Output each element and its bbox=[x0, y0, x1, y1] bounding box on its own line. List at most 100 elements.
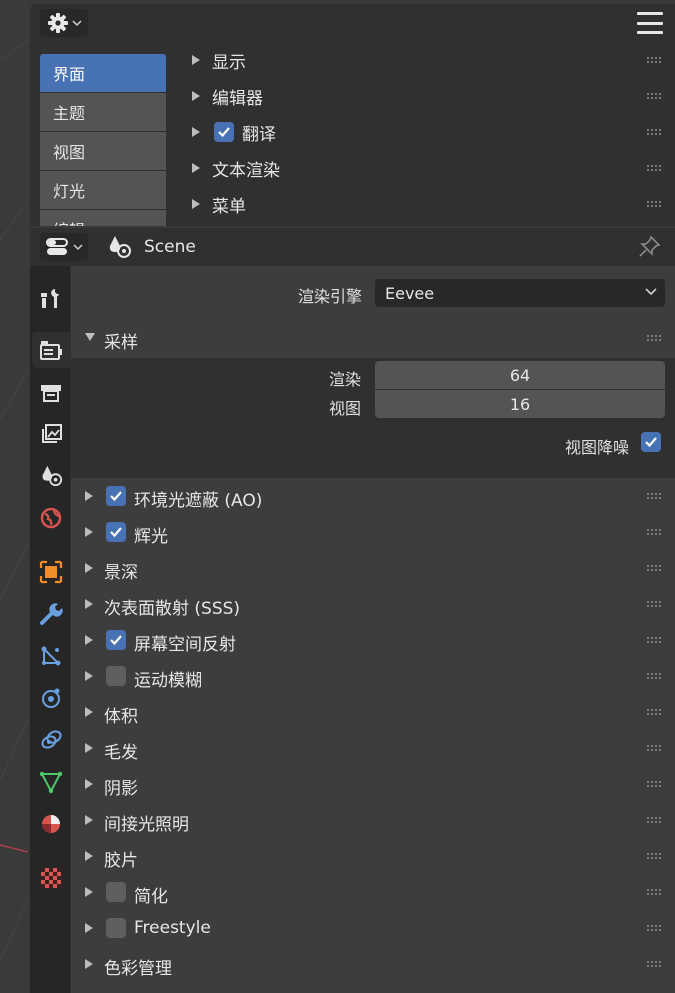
drag-handle-icon[interactable] bbox=[647, 637, 661, 643]
drag-handle-icon[interactable] bbox=[647, 889, 661, 895]
viewport-samples-field[interactable]: 16 bbox=[375, 390, 665, 418]
property-tabs bbox=[30, 266, 70, 993]
drag-handle-icon[interactable] bbox=[647, 817, 661, 823]
pref-tab-editing[interactable]: 编辑 bbox=[40, 210, 166, 226]
section-label: 编辑器 bbox=[212, 88, 263, 109]
panel-bloom[interactable]: 辉光 bbox=[71, 514, 675, 550]
panel-label: 简化 bbox=[134, 887, 168, 907]
drag-handle-icon[interactable] bbox=[647, 201, 661, 207]
editor-type-button[interactable] bbox=[40, 233, 88, 261]
panel-label: 景深 bbox=[104, 563, 138, 583]
panel-enable-checkbox[interactable] bbox=[106, 918, 126, 938]
expand-triangle-icon bbox=[85, 491, 93, 501]
pref-section-translation[interactable]: 翻译 bbox=[180, 114, 675, 150]
drag-handle-icon[interactable] bbox=[647, 853, 661, 859]
chevron-down-icon bbox=[645, 288, 657, 296]
pref-section-text-rendering[interactable]: 文本渲染 bbox=[180, 150, 675, 186]
tab-material[interactable] bbox=[32, 806, 70, 842]
panel-label: 辉光 bbox=[134, 527, 168, 547]
expand-triangle-icon bbox=[85, 671, 93, 681]
panel-color-management[interactable]: 色彩管理 bbox=[71, 946, 675, 982]
expand-triangle-icon bbox=[85, 815, 93, 825]
constraints-icon bbox=[41, 730, 62, 749]
pref-tab-themes[interactable]: 主题 bbox=[40, 93, 166, 131]
tab-output[interactable] bbox=[32, 374, 70, 410]
panel-subsurface-scattering[interactable]: 次表面散射 (SSS) bbox=[71, 586, 675, 622]
drag-handle-icon[interactable] bbox=[647, 493, 661, 499]
output-icon bbox=[41, 385, 61, 402]
pref-tab-lights[interactable]: 灯光 bbox=[40, 171, 166, 209]
tab-texture[interactable] bbox=[32, 860, 70, 896]
panel-enable-checkbox[interactable] bbox=[106, 630, 126, 650]
tab-physics[interactable] bbox=[32, 680, 70, 716]
pref-section-menus[interactable]: 菜单 bbox=[180, 186, 675, 222]
panel-label: 环境光遮蔽 (AO) bbox=[134, 491, 263, 511]
panel-volumetrics[interactable]: 体积 bbox=[71, 694, 675, 730]
panel-enable-checkbox[interactable] bbox=[106, 486, 126, 506]
tab-render[interactable] bbox=[32, 332, 70, 368]
panel-enable-checkbox[interactable] bbox=[106, 666, 126, 686]
tab-particles[interactable] bbox=[32, 638, 70, 674]
panel-screen-space-reflections[interactable]: 屏幕空间反射 bbox=[71, 622, 675, 658]
tab-data[interactable] bbox=[32, 764, 70, 800]
pref-section-editors[interactable]: 编辑器 bbox=[180, 78, 675, 114]
pref-tab-viewport[interactable]: 视图 bbox=[40, 132, 166, 170]
panel-freestyle[interactable]: Freestyle bbox=[71, 910, 675, 946]
drag-handle-icon[interactable] bbox=[647, 93, 661, 99]
tab-tool[interactable] bbox=[32, 280, 70, 316]
editor-type-button[interactable] bbox=[40, 9, 88, 37]
panel-motion-blur[interactable]: 运动模糊 bbox=[71, 658, 675, 694]
panel-enable-checkbox[interactable] bbox=[106, 522, 126, 542]
drag-handle-icon[interactable] bbox=[647, 129, 661, 135]
checkmark-icon bbox=[218, 127, 230, 138]
drag-handle-icon[interactable] bbox=[647, 745, 661, 751]
drag-handle-icon[interactable] bbox=[647, 925, 661, 931]
expand-triangle-icon bbox=[85, 779, 93, 789]
tab-scene[interactable] bbox=[32, 458, 70, 494]
viewport-edge[interactable] bbox=[0, 0, 28, 993]
pref-tab-interface[interactable]: 界面 bbox=[40, 54, 166, 92]
panel-enable-checkbox[interactable] bbox=[106, 882, 126, 902]
viewport-denoise-checkbox[interactable] bbox=[641, 432, 661, 452]
panel-sampling-header[interactable]: 采样 bbox=[71, 320, 675, 356]
tab-world[interactable] bbox=[32, 500, 70, 536]
panel-ambient-occlusion[interactable]: 环境光遮蔽 (AO) bbox=[71, 478, 675, 514]
render-engine-label: 渲染引擎 bbox=[297, 287, 362, 306]
tab-view-layer[interactable] bbox=[32, 416, 70, 452]
drag-handle-icon[interactable] bbox=[647, 565, 661, 571]
drag-handle-icon[interactable] bbox=[647, 601, 661, 607]
section-label: 翻译 bbox=[242, 124, 276, 145]
render-engine-row: 渲染引擎 Eevee bbox=[71, 278, 675, 308]
drag-handle-icon[interactable] bbox=[647, 961, 661, 967]
blender-window: 界面 主题 视图 灯光 编辑 显示 编辑器 翻译 bbox=[0, 0, 675, 993]
mesh-data-icon bbox=[39, 771, 63, 794]
pref-section-display[interactable]: 显示 bbox=[180, 42, 675, 78]
panel-simplify[interactable]: 简化 bbox=[71, 874, 675, 910]
tab-constraints[interactable] bbox=[32, 722, 70, 758]
tool-icon bbox=[41, 289, 59, 308]
drag-handle-icon[interactable] bbox=[647, 57, 661, 63]
drag-handle-icon[interactable] bbox=[647, 781, 661, 787]
drag-handle-icon[interactable] bbox=[647, 709, 661, 715]
drag-handle-icon[interactable] bbox=[647, 529, 661, 535]
expand-triangle-icon bbox=[192, 127, 200, 137]
panel-film[interactable]: 胶片 bbox=[71, 838, 675, 874]
view-layer-icon bbox=[42, 424, 62, 443]
hamburger-menu-icon[interactable] bbox=[637, 12, 663, 34]
drag-handle-icon[interactable] bbox=[647, 673, 661, 679]
panel-depth-of-field[interactable]: 景深 bbox=[71, 550, 675, 586]
render-engine-dropdown[interactable]: Eevee bbox=[375, 279, 665, 307]
pin-icon[interactable] bbox=[637, 235, 661, 259]
expand-triangle-icon bbox=[85, 563, 93, 573]
section-label: 文本渲染 bbox=[212, 160, 280, 181]
translation-checkbox[interactable] bbox=[214, 122, 234, 142]
collapse-triangle-icon bbox=[85, 333, 95, 341]
drag-handle-icon[interactable] bbox=[647, 335, 661, 341]
render-samples-field[interactable]: 64 bbox=[375, 361, 665, 389]
panel-indirect-lighting[interactable]: 间接光照明 bbox=[71, 802, 675, 838]
panel-hair[interactable]: 毛发 bbox=[71, 730, 675, 766]
panel-shadows[interactable]: 阴影 bbox=[71, 766, 675, 802]
tab-object[interactable] bbox=[32, 554, 70, 590]
tab-modifiers[interactable] bbox=[32, 596, 70, 632]
drag-handle-icon[interactable] bbox=[647, 165, 661, 171]
